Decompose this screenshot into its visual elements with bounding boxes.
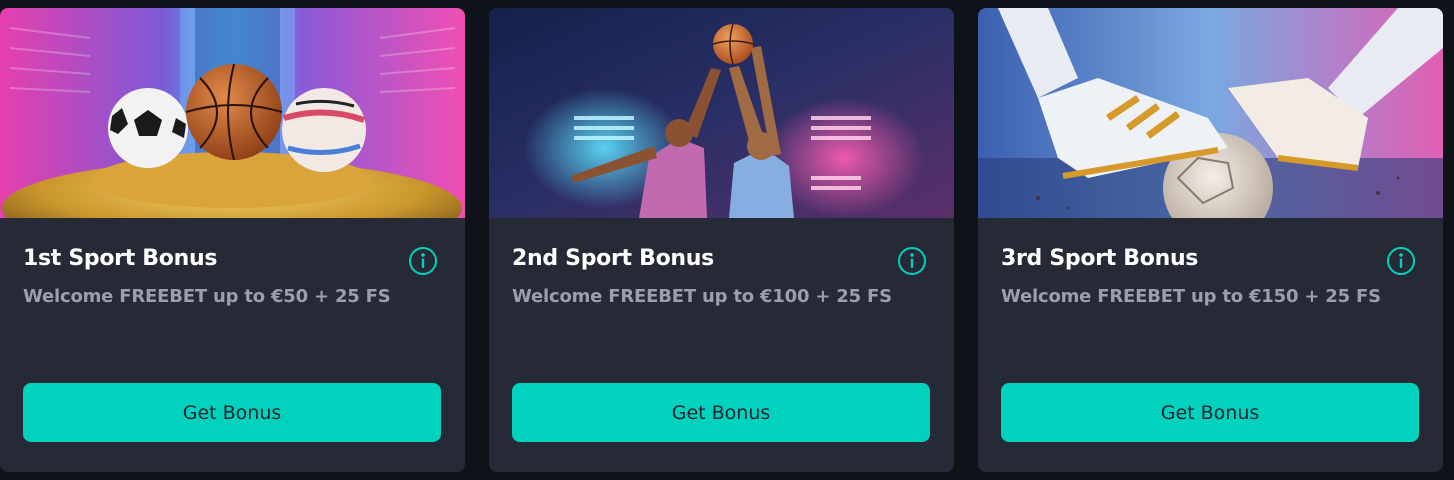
- bonus-card: 3rd Sport Bonus Welcome FREEBET up to €1…: [978, 8, 1443, 472]
- card-subtitle: Welcome FREEBET up to €150 + 25 FS: [1001, 286, 1381, 307]
- card-title: 1st Sport Bonus: [23, 246, 218, 271]
- get-bonus-button[interactable]: Get Bonus: [1001, 383, 1419, 442]
- bonus-card: 1st Sport Bonus Welcome FREEBET up to €5…: [0, 8, 465, 472]
- card-title: 2nd Sport Bonus: [512, 246, 714, 271]
- card-subtitle: Welcome FREEBET up to €50 + 25 FS: [23, 286, 391, 307]
- get-bonus-button[interactable]: Get Bonus: [23, 383, 441, 442]
- info-circle-icon[interactable]: [408, 246, 438, 276]
- bonus-image-basketball-players: [489, 8, 954, 218]
- bonus-cards: 1st Sport Bonus Welcome FREEBET up to €5…: [0, 0, 1454, 480]
- get-bonus-button[interactable]: Get Bonus: [512, 383, 930, 442]
- card-title: 3rd Sport Bonus: [1001, 246, 1199, 271]
- info-circle-icon[interactable]: [897, 246, 927, 276]
- bonus-image-sports-balls: [0, 8, 465, 218]
- card-subtitle: Welcome FREEBET up to €100 + 25 FS: [512, 286, 892, 307]
- bonus-card: 2nd Sport Bonus Welcome FREEBET up to €1…: [489, 8, 954, 472]
- info-circle-icon[interactable]: [1386, 246, 1416, 276]
- bonus-image-football-boots: [978, 8, 1443, 218]
